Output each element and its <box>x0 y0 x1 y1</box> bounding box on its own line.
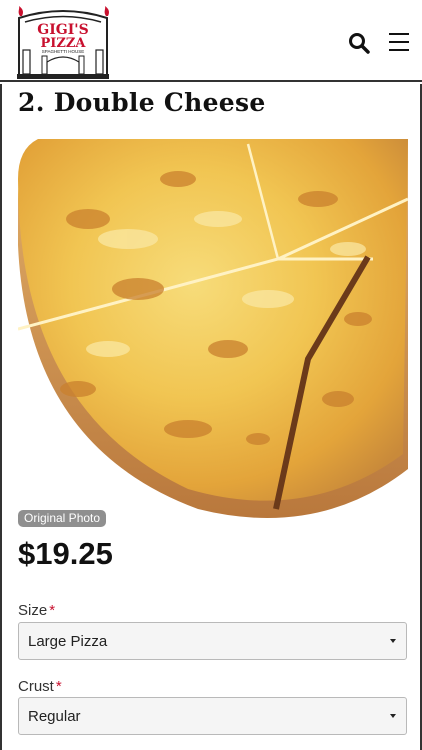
size-label-text: Size <box>18 602 48 619</box>
crust-select[interactable]: Regular <box>18 697 407 735</box>
item-detail: 2. Double Cheese Original Photo $19.25 S… <box>0 84 422 750</box>
size-select[interactable]: Large Pizza <box>18 622 407 660</box>
crust-select-value: Regular <box>28 708 81 725</box>
logo-graphic: GIGI'S PIZZA SPAGHETTI HOUSE <box>17 6 109 79</box>
search-button[interactable] <box>348 32 370 54</box>
site-header: GIGI'S PIZZA SPAGHETTI HOUSE <box>0 0 422 82</box>
gigis-pizza-logo[interactable]: GIGI'S PIZZA SPAGHETTI HOUSE <box>14 6 112 82</box>
search-icon <box>349 33 370 54</box>
logo-line3: SPAGHETTI HOUSE <box>42 49 84 54</box>
caret-down-icon <box>390 639 396 643</box>
original-photo-badge: Original Photo <box>18 510 107 527</box>
size-select-value: Large Pizza <box>28 633 108 650</box>
pizza-image <box>18 139 408 527</box>
crust-label-text: Crust <box>18 678 54 695</box>
size-label: Size * <box>18 602 55 619</box>
menu-button[interactable] <box>388 31 410 53</box>
hamburger-menu-icon <box>389 33 409 51</box>
size-required-mark: * <box>49 602 56 619</box>
item-photo <box>18 139 408 527</box>
crust-required-mark: * <box>55 678 62 695</box>
caret-down-icon <box>390 714 396 718</box>
item-price: $19.25 <box>18 536 113 571</box>
crust-label: Crust * <box>18 678 62 695</box>
item-title: 2. Double Cheese <box>18 88 266 117</box>
